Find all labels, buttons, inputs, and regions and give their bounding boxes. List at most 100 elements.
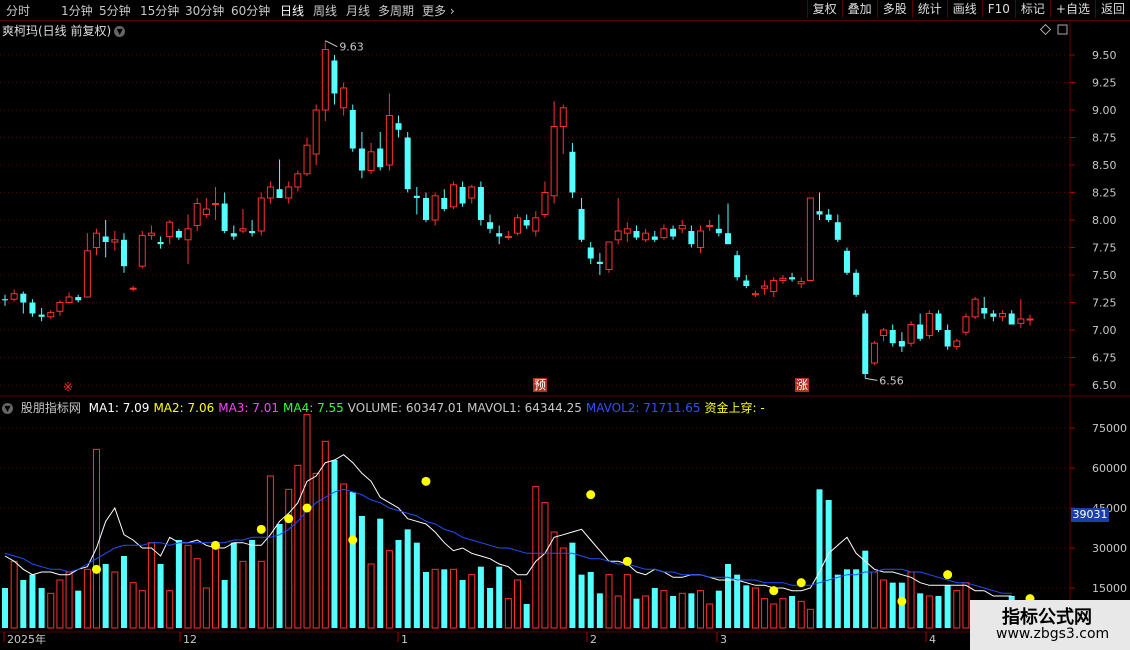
candle-down: [596, 261, 603, 264]
candle-down: [569, 151, 576, 193]
volume-bar-up: [925, 595, 933, 629]
volume-bar-down: [944, 585, 951, 628]
time-axis-label: 2: [590, 633, 597, 646]
volume-bar-down: [843, 569, 850, 628]
volume-bar-down: [459, 580, 466, 628]
candle-up: [294, 173, 302, 188]
volume-bar-up: [10, 560, 18, 629]
price-tick-label: 7.50: [1092, 269, 1117, 282]
candle-down: [20, 293, 27, 303]
candle-down: [102, 236, 109, 242]
volume-tick-label: 75000: [1092, 422, 1127, 435]
price-tick-label: 9.50: [1092, 49, 1117, 62]
candle-down: [917, 324, 924, 339]
candle-up: [770, 280, 778, 292]
candle-down: [889, 330, 896, 344]
volume-bar-up: [367, 563, 375, 629]
volume-bar-up: [193, 558, 201, 629]
volume-bar-up: [111, 571, 119, 629]
volume-bar-down: [230, 542, 237, 628]
volume-bar-down: [862, 550, 869, 628]
candle-down: [230, 233, 237, 237]
time-axis-label: 4: [929, 633, 936, 646]
signal-marker: 预: [534, 378, 546, 392]
candle-up: [504, 236, 512, 238]
candle-up: [10, 293, 18, 300]
candle-up: [147, 232, 155, 236]
candle-up: [257, 197, 265, 232]
volume-bar-down: [724, 564, 731, 628]
volume-bar-down: [276, 524, 283, 628]
candle-down: [743, 280, 750, 286]
candle-up: [514, 217, 521, 234]
candle-up: [999, 313, 1007, 318]
maximize-icon: [1057, 24, 1068, 35]
volume-bar-down: [175, 540, 182, 628]
volume-bar-up: [605, 574, 613, 629]
volume-tick-label: 30000: [1092, 542, 1127, 555]
volume-bar-up: [93, 448, 101, 629]
price-tick-label: 7.75: [1092, 242, 1117, 255]
capital-signal-dot: [348, 535, 358, 545]
price-tick-label: 7.25: [1092, 297, 1117, 310]
volume-bar-down: [596, 593, 603, 628]
volume-bar-up: [202, 587, 210, 629]
candle-up: [706, 225, 714, 227]
volume-bar-up: [642, 595, 650, 629]
volume-bar-up: [504, 598, 512, 629]
candle-up: [751, 293, 759, 296]
volume-bar-down: [743, 585, 750, 628]
price-tick-label: 6.50: [1092, 379, 1117, 392]
volume-bar-down: [221, 580, 228, 628]
time-axis-label: 2025年: [7, 632, 46, 646]
volume-bar-up: [761, 598, 769, 629]
volume-bar-down: [20, 580, 27, 628]
candle-down: [157, 242, 164, 245]
capital-signal-dot: [210, 540, 220, 550]
volume-bar-up: [257, 560, 265, 629]
candle-down: [944, 330, 951, 347]
candle-up: [880, 329, 888, 336]
capital-signal-dot: [586, 490, 596, 500]
volume-bar-down: [670, 596, 677, 628]
candle-down: [935, 313, 942, 330]
candle-up: [559, 107, 567, 128]
candle-down: [404, 137, 411, 190]
candle-down: [413, 195, 420, 198]
volume-bar-down: [29, 574, 36, 628]
signal-marker: 涨: [796, 377, 808, 392]
candle-down: [853, 272, 860, 295]
candle-down: [249, 231, 256, 234]
candle-down: [981, 308, 988, 314]
candle-up: [239, 228, 247, 232]
volume-bar-down: [349, 492, 356, 628]
current-volume-badge: 39031: [1071, 508, 1109, 522]
volume-bar-up: [806, 608, 814, 629]
candle-down: [734, 255, 741, 278]
candle-up: [797, 281, 805, 285]
candle-down: [422, 198, 429, 220]
volume-bar-down: [651, 588, 658, 628]
capital-signal-dot: [796, 578, 806, 588]
volume-bar-up: [138, 590, 146, 629]
volume-bar-down: [917, 593, 924, 628]
candle-down: [789, 277, 796, 280]
volume-bar-up: [47, 592, 55, 629]
candle-up: [340, 87, 348, 109]
candle-up: [962, 316, 970, 333]
volume-bar-down: [578, 574, 585, 628]
volume-bar-up: [211, 542, 219, 629]
candle-down: [395, 123, 402, 130]
volume-bar-down: [633, 598, 640, 628]
volume-bar-up: [779, 598, 787, 629]
capital-signal-dot: [256, 524, 266, 534]
signal-marker: ※: [63, 380, 73, 394]
price-tick-label: 7.00: [1092, 324, 1117, 337]
volume-bar-up: [340, 483, 348, 629]
volume-bar-down: [477, 566, 484, 628]
capital-signal-dot: [421, 476, 431, 486]
volume-bar-up: [129, 582, 137, 629]
price-tick-label: 9.25: [1092, 77, 1117, 90]
capital-signal-dot: [284, 514, 294, 524]
volume-bar-up: [751, 587, 759, 629]
